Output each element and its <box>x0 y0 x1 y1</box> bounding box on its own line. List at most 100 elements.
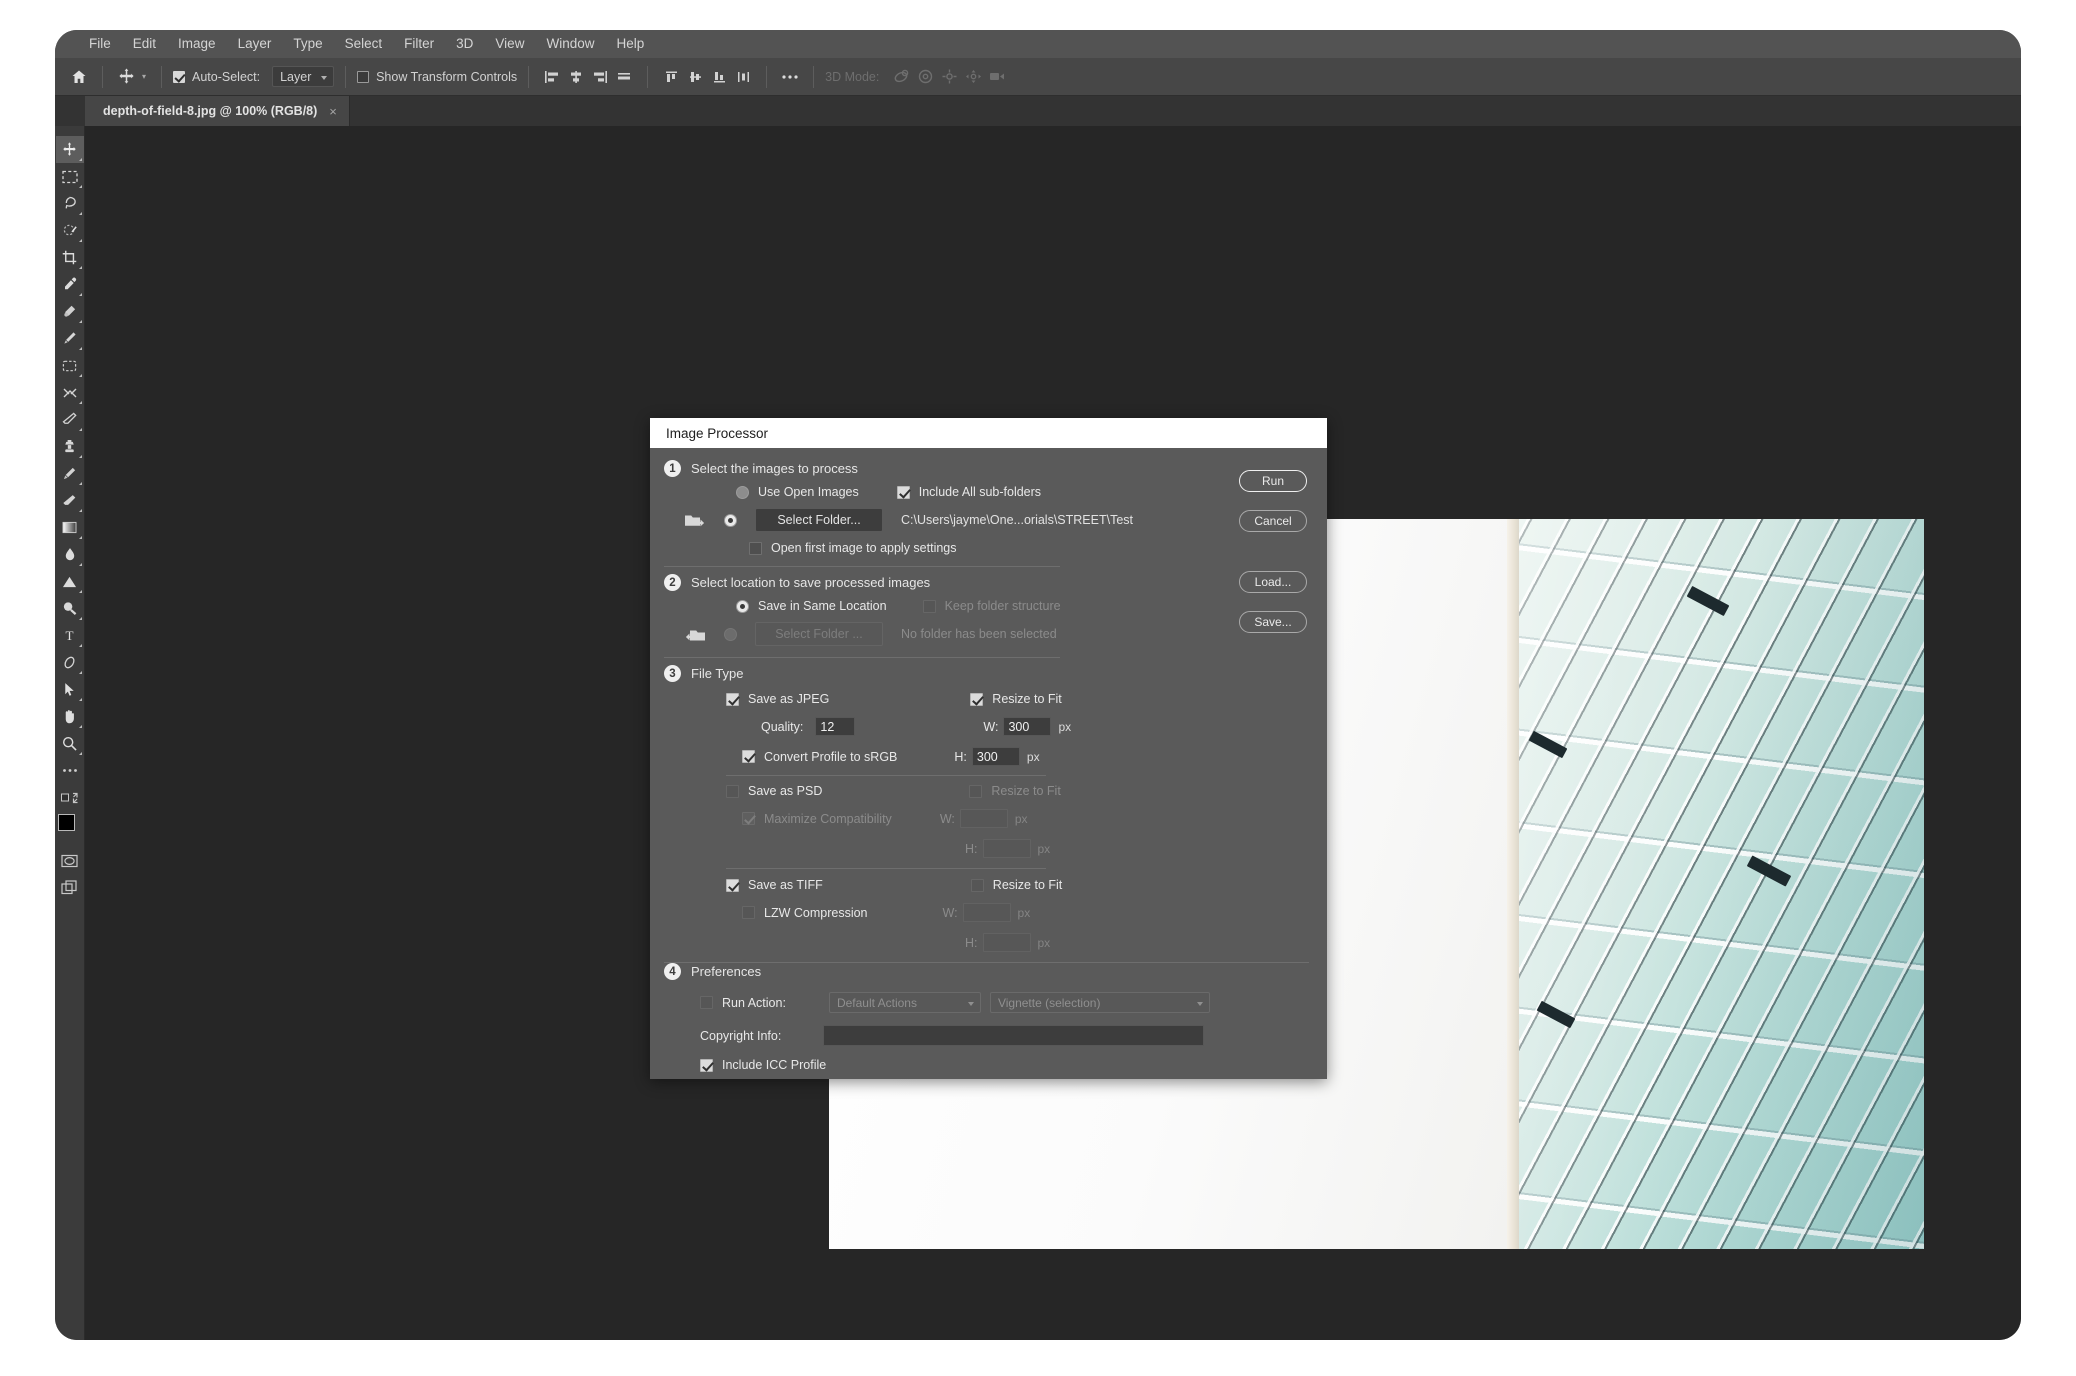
path-selection-tool[interactable] <box>56 649 84 676</box>
lasso-tool[interactable] <box>56 190 84 217</box>
spot-healing-brush-tool[interactable] <box>56 298 84 325</box>
source-folder-radio[interactable] <box>724 513 737 527</box>
select-source-folder-button[interactable]: Select Folder... <box>755 508 883 532</box>
zoom-tool[interactable] <box>56 730 84 757</box>
keep-folder-structure-checkbox[interactable] <box>922 599 936 613</box>
layer-scope-dropdown[interactable]: Layer <box>272 66 335 87</box>
include-subfolders-checkbox[interactable] <box>896 485 910 499</box>
menu-item-window[interactable]: Window <box>546 30 594 58</box>
eraser-alt-tool[interactable] <box>56 487 84 514</box>
save-button[interactable]: Save... <box>1239 611 1307 633</box>
dodge-tool[interactable] <box>56 568 84 595</box>
more-tools-icon[interactable] <box>56 757 84 784</box>
align-horizontal-centers-icon[interactable] <box>564 65 588 89</box>
psd-height-input[interactable] <box>982 839 1031 858</box>
psd-width-input[interactable] <box>959 809 1008 828</box>
show-transform-controls-option[interactable]: Show Transform Controls <box>357 70 517 84</box>
menu-item-select[interactable]: Select <box>345 30 383 58</box>
save-as-psd-checkbox[interactable] <box>726 784 739 798</box>
jpeg-resize-checkbox[interactable] <box>970 692 984 706</box>
maximize-compatibility-checkbox[interactable] <box>742 812 755 825</box>
action-set-dropdown[interactable]: Default Actions <box>828 992 981 1013</box>
menu-item-file[interactable]: File <box>89 30 111 58</box>
crop-tool[interactable] <box>56 244 84 271</box>
align-right-edges-icon[interactable] <box>588 65 612 89</box>
align-left-edges-icon[interactable] <box>540 65 564 89</box>
run-button[interactable]: Run <box>1239 470 1307 492</box>
color-swatches[interactable] <box>55 813 85 847</box>
menu-item-layer[interactable]: Layer <box>238 30 272 58</box>
distribute-vertical-centers-icon[interactable] <box>683 65 707 89</box>
brush-tool[interactable] <box>56 325 84 352</box>
destination-folder-radio[interactable] <box>724 627 737 641</box>
close-icon[interactable]: × <box>329 105 337 118</box>
menu-item-type[interactable]: Type <box>293 30 322 58</box>
blur-tool[interactable] <box>56 541 84 568</box>
quick-mask-icon[interactable] <box>56 847 84 874</box>
cancel-button[interactable]: Cancel <box>1239 510 1307 532</box>
distribute-horizontal-icon[interactable] <box>731 65 755 89</box>
tiff-width-input[interactable] <box>962 903 1011 922</box>
jpeg-width-input[interactable]: 300 <box>1003 717 1052 736</box>
load-button[interactable]: Load... <box>1239 571 1307 593</box>
default-colors-icon[interactable] <box>56 784 84 811</box>
align-top-edges-icon[interactable] <box>612 65 636 89</box>
dialog-title-bar[interactable]: Image Processor <box>650 418 1327 448</box>
3d-roll-icon[interactable] <box>913 65 937 89</box>
open-first-image-checkbox[interactable] <box>749 541 762 555</box>
convert-srgb-checkbox[interactable] <box>742 750 755 763</box>
type-tool[interactable]: T <box>56 622 84 649</box>
3d-slide-icon[interactable] <box>961 65 985 89</box>
jpeg-quality-input[interactable]: 12 <box>815 717 856 736</box>
quick-selection-tool[interactable] <box>56 217 84 244</box>
lzw-compression-checkbox[interactable] <box>742 906 755 919</box>
menu-item-view[interactable]: View <box>495 30 524 58</box>
rectangular-marquee-tool[interactable] <box>56 163 84 190</box>
canvas-area[interactable]: Image Processor Run Cancel Load... Save.… <box>85 126 2021 1340</box>
3d-orbit-icon[interactable] <box>889 65 913 89</box>
gradient-tool[interactable] <box>56 514 84 541</box>
save-as-tiff-checkbox[interactable] <box>726 878 739 892</box>
tiff-height-input[interactable] <box>982 933 1031 952</box>
jpeg-height-input[interactable]: 300 <box>971 747 1020 766</box>
use-open-images-radio[interactable] <box>736 485 749 499</box>
clone-stamp-tool[interactable] <box>56 433 84 460</box>
action-dropdown[interactable]: Vignette (selection) <box>989 992 1210 1013</box>
tiff-resize-checkbox[interactable] <box>970 878 984 892</box>
save-same-location-radio[interactable] <box>736 599 749 613</box>
menu-item-filter[interactable]: Filter <box>404 30 434 58</box>
save-as-jpeg-checkbox[interactable] <box>726 692 739 706</box>
eyedropper-tool[interactable] <box>56 271 84 298</box>
menu-item-edit[interactable]: Edit <box>133 30 156 58</box>
menu-item-image[interactable]: Image <box>178 30 216 58</box>
hand-tool[interactable] <box>56 703 84 730</box>
select-destination-folder-button[interactable]: Select Folder ... <box>755 622 883 646</box>
menu-item-help[interactable]: Help <box>616 30 644 58</box>
foreground-color-swatch[interactable] <box>57 814 75 831</box>
eraser-tool[interactable] <box>56 406 84 433</box>
copyright-input[interactable] <box>823 1025 1205 1046</box>
pen-tool[interactable] <box>56 595 84 622</box>
move-tool[interactable] <box>55 136 84 163</box>
menu-item-3d[interactable]: 3D <box>456 30 473 58</box>
document-tab[interactable]: depth-of-field-8.jpg @ 100% (RGB/8) × <box>85 96 350 126</box>
history-brush-tool[interactable] <box>56 379 84 406</box>
3d-pan-icon[interactable] <box>937 65 961 89</box>
move-tool-icon[interactable] <box>114 65 138 89</box>
more-options-icon[interactable] <box>778 65 802 89</box>
chevron-down-icon[interactable]: ▾ <box>138 67 150 87</box>
auto-select-option[interactable]: Auto-Select: <box>173 70 260 84</box>
image-processor-dialog[interactable]: Image Processor Run Cancel Load... Save.… <box>650 418 1327 1079</box>
clone-stamp-pattern-tool[interactable] <box>56 352 84 379</box>
3d-camera-icon[interactable] <box>985 65 1009 89</box>
distribute-top-icon[interactable] <box>659 65 683 89</box>
distribute-bottom-icon[interactable] <box>707 65 731 89</box>
screen-mode-icon[interactable] <box>56 874 84 901</box>
run-action-checkbox[interactable] <box>700 996 713 1009</box>
auto-select-checkbox[interactable] <box>173 70 185 83</box>
direct-selection-tool[interactable] <box>56 676 84 703</box>
home-icon[interactable] <box>67 65 91 89</box>
history-brush-alt-tool[interactable] <box>56 460 84 487</box>
psd-resize-checkbox[interactable] <box>969 784 983 798</box>
include-icc-checkbox[interactable] <box>700 1058 713 1072</box>
